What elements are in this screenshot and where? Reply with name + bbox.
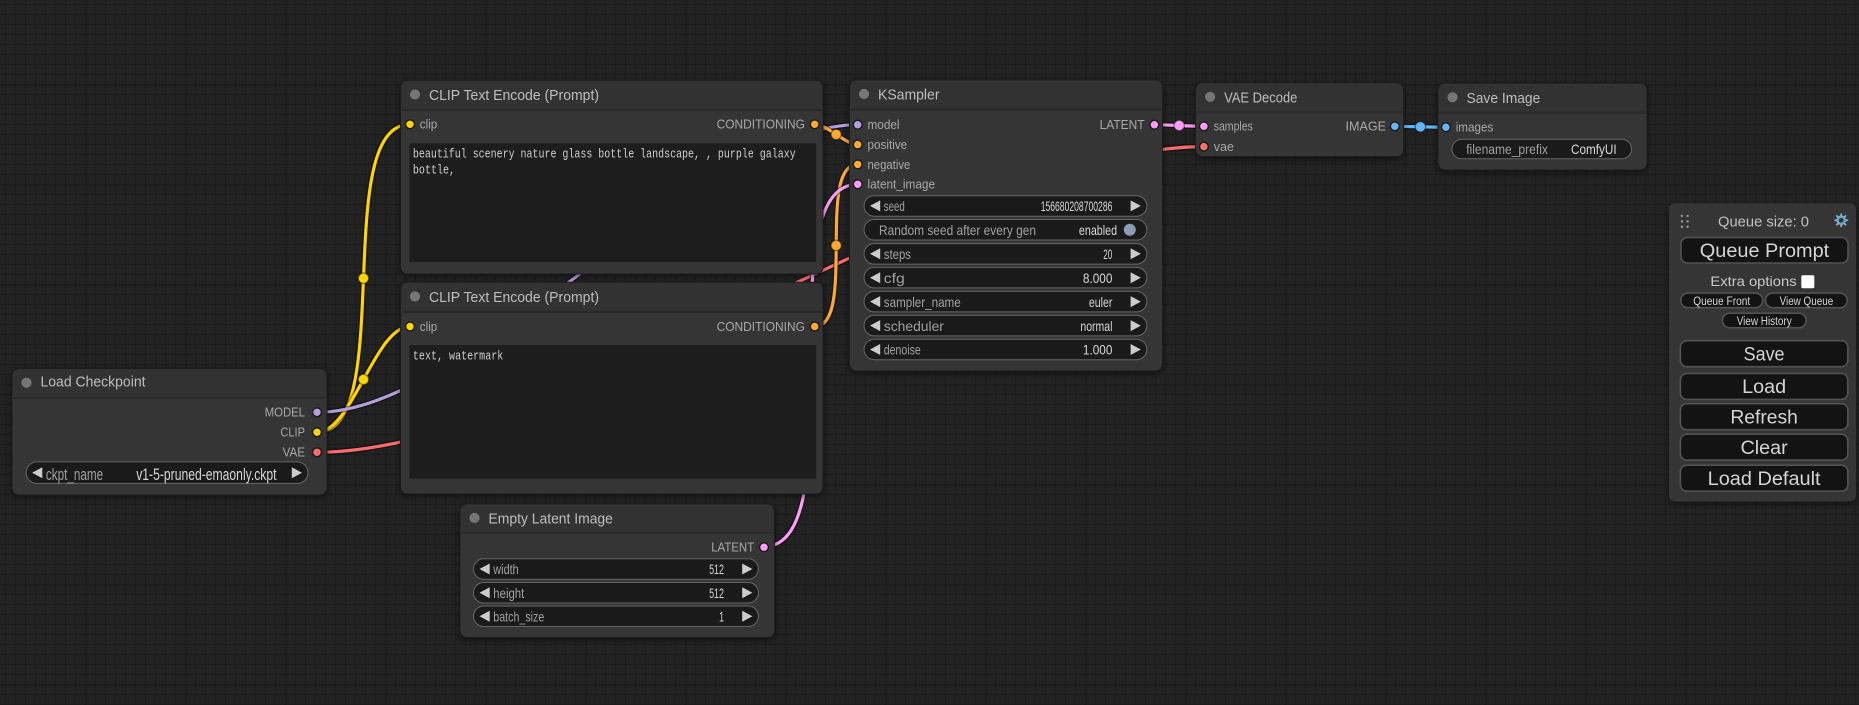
svg-text:IMAGE: IMAGE [1346,119,1387,134]
svg-text:width: width [493,561,519,577]
svg-text:enabled: enabled [1079,222,1117,238]
svg-text:scheduler: scheduler [884,318,944,334]
svg-text:CONDITIONING: CONDITIONING [717,117,805,132]
svg-text:height: height [493,585,524,601]
svg-text:seed: seed [884,198,905,214]
svg-text:MODEL: MODEL [265,405,305,420]
svg-text:Load Default: Load Default [1708,469,1822,490]
svg-text:Clear: Clear [1741,438,1789,459]
svg-text:model: model [868,117,900,132]
svg-text:LATENT: LATENT [1100,117,1145,132]
svg-text:512: 512 [709,561,724,577]
svg-text:filename_prefix: filename_prefix [1466,141,1548,157]
svg-text:Empty Latent Image: Empty Latent Image [489,511,613,528]
svg-text:steps: steps [884,246,911,262]
svg-text:images: images [1456,120,1494,135]
svg-text:CONDITIONING: CONDITIONING [717,319,805,334]
svg-text:Load: Load [1742,377,1786,398]
svg-text:ckpt_name: ckpt_name [46,466,103,484]
svg-text:vae: vae [1214,139,1234,154]
svg-text:CLIP Text Encode (Prompt): CLIP Text Encode (Prompt) [429,289,599,306]
svg-text:normal: normal [1080,318,1112,334]
svg-text:clip: clip [420,319,438,334]
svg-text:View Queue: View Queue [1780,294,1834,308]
svg-text:Extra options: Extra options [1710,273,1796,289]
svg-text:VAE Decode: VAE Decode [1224,89,1297,106]
svg-text:euler: euler [1089,294,1113,310]
svg-text:156680208700286: 156680208700286 [1041,198,1113,214]
svg-text:Queue size: 0: Queue size: 0 [1718,214,1809,230]
svg-text:KSampler: KSampler [878,87,940,104]
svg-text:denoise: denoise [884,342,921,358]
svg-text:512: 512 [709,585,724,601]
svg-text:1.000: 1.000 [1083,342,1113,358]
svg-text:batch_size: batch_size [493,609,544,625]
svg-text:cfg: cfg [884,270,905,286]
svg-text:Queue Prompt: Queue Prompt [1700,240,1830,262]
svg-text:View History: View History [1737,314,1793,328]
svg-text:Save: Save [1744,344,1785,365]
svg-text:LATENT: LATENT [711,540,754,555]
svg-text:8.000: 8.000 [1083,270,1113,286]
svg-text:negative: negative [868,157,911,172]
svg-text:v1-5-pruned-emaonly.ckpt: v1-5-pruned-emaonly.ckpt [136,466,277,484]
svg-text:Random seed after every gen: Random seed after every gen [879,222,1036,238]
svg-text:Refresh: Refresh [1730,407,1798,428]
svg-text:VAE: VAE [283,445,306,460]
svg-text:Queue Front: Queue Front [1693,294,1750,308]
svg-text:samples: samples [1214,119,1254,134]
svg-text:20: 20 [1103,246,1112,262]
svg-text:1: 1 [719,609,724,625]
svg-text:positive: positive [868,137,908,152]
svg-text:beautiful scenery nature glass: beautiful scenery nature glass bottle la… [413,147,796,162]
svg-text:bottle,: bottle, [413,163,455,178]
svg-text:clip: clip [420,117,438,132]
svg-text:text, watermark: text, watermark [413,348,504,363]
svg-text:sampler_name: sampler_name [884,294,961,310]
svg-text:ComfyUI: ComfyUI [1571,141,1617,157]
svg-text:latent_image: latent_image [868,177,936,192]
svg-text:CLIP: CLIP [280,425,305,440]
svg-text:CLIP Text Encode (Prompt): CLIP Text Encode (Prompt) [429,87,599,104]
svg-text:Load Checkpoint: Load Checkpoint [41,374,147,391]
svg-text:Save Image: Save Image [1467,90,1541,107]
